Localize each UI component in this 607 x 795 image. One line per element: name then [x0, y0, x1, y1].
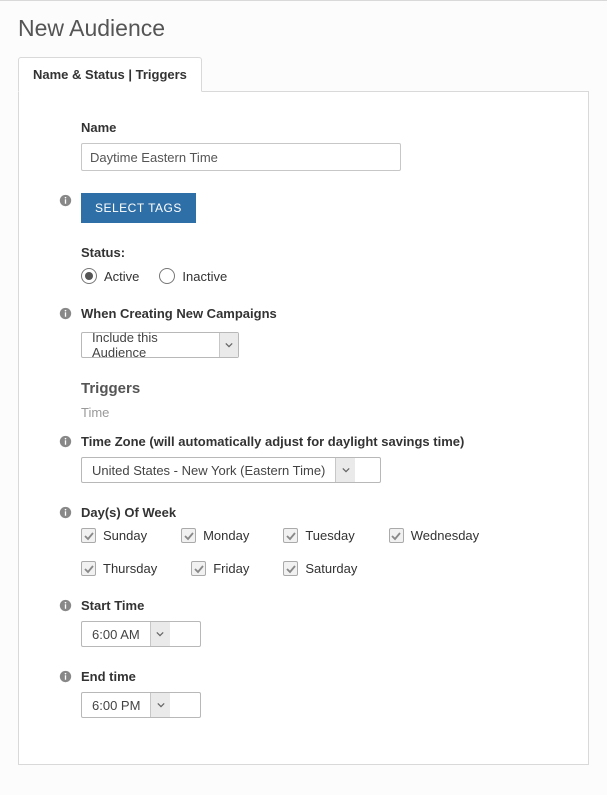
day-label: Thursday: [103, 561, 157, 576]
page-title: New Audience: [18, 15, 589, 42]
status-inactive-label: Inactive: [182, 269, 227, 284]
end-time-select[interactable]: 6:00 PM: [81, 692, 201, 718]
day-checkbox[interactable]: Friday: [191, 561, 249, 576]
info-icon[interactable]: [59, 194, 75, 207]
day-label: Friday: [213, 561, 249, 576]
timezone-label: Time Zone (will automatically adjust for…: [81, 434, 588, 449]
start-time-select[interactable]: 6:00 AM: [81, 621, 201, 647]
info-icon[interactable]: [59, 599, 75, 612]
include-audience-select[interactable]: Include this Audience: [81, 332, 239, 358]
triggers-heading: Triggers: [81, 380, 588, 397]
check-icon: [283, 528, 298, 543]
tab-name-status-triggers[interactable]: Name & Status | Triggers: [18, 57, 202, 92]
select-value: United States - New York (Eastern Time): [82, 458, 335, 482]
select-value: 6:00 AM: [82, 622, 150, 646]
new-campaigns-label: When Creating New Campaigns: [81, 306, 588, 321]
start-time-label: Start Time: [81, 598, 588, 613]
days-label: Day(s) Of Week: [81, 505, 588, 520]
chevron-down-icon: [150, 622, 170, 646]
check-icon: [191, 561, 206, 576]
day-checkbox[interactable]: Saturday: [283, 561, 357, 576]
day-label: Monday: [203, 528, 249, 543]
check-icon: [283, 561, 298, 576]
select-value: Include this Audience: [82, 333, 219, 357]
check-icon: [81, 528, 96, 543]
select-tags-button[interactable]: SELECT TAGS: [81, 193, 196, 223]
info-icon[interactable]: [59, 506, 75, 519]
day-label: Sunday: [103, 528, 147, 543]
day-checkbox[interactable]: Wednesday: [389, 528, 479, 543]
chevron-down-icon: [219, 333, 238, 357]
day-label: Wednesday: [411, 528, 479, 543]
end-time-label: End time: [81, 669, 588, 684]
info-icon[interactable]: [59, 670, 75, 683]
status-active-radio[interactable]: Active: [81, 268, 139, 284]
day-checkbox[interactable]: Sunday: [81, 528, 147, 543]
day-checkbox[interactable]: Thursday: [81, 561, 157, 576]
status-active-label: Active: [104, 269, 139, 284]
day-label: Saturday: [305, 561, 357, 576]
name-input[interactable]: [81, 143, 401, 171]
info-icon[interactable]: [59, 307, 75, 320]
form-panel: Name SELECT TAGS Status: Active Inactive: [18, 92, 589, 765]
day-checkbox[interactable]: Tuesday: [283, 528, 354, 543]
days-group: Sunday Monday Tuesday Wednesday Thursday Frid…: [81, 528, 588, 576]
day-label: Tuesday: [305, 528, 354, 543]
tab-strip: Name & Status | Triggers: [18, 56, 589, 92]
triggers-subheading: Time: [81, 405, 588, 420]
name-label: Name: [81, 120, 588, 135]
check-icon: [181, 528, 196, 543]
chevron-down-icon: [335, 458, 355, 482]
status-inactive-radio[interactable]: Inactive: [159, 268, 227, 284]
select-value: 6:00 PM: [82, 693, 150, 717]
radio-icon: [81, 268, 97, 284]
chevron-down-icon: [150, 693, 170, 717]
radio-icon: [159, 268, 175, 284]
check-icon: [81, 561, 96, 576]
check-icon: [389, 528, 404, 543]
day-checkbox[interactable]: Monday: [181, 528, 249, 543]
status-label: Status:: [81, 245, 588, 260]
timezone-select[interactable]: United States - New York (Eastern Time): [81, 457, 381, 483]
info-icon[interactable]: [59, 435, 75, 448]
